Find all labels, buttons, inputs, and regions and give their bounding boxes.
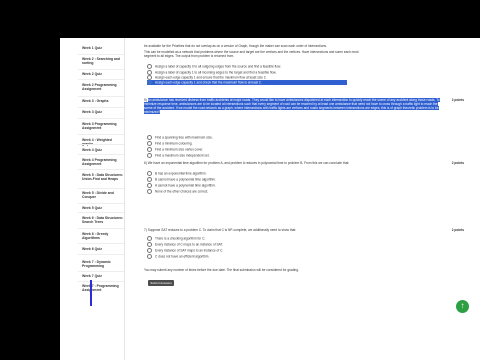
q3-option-d[interactable]: None of the other choices are correct.	[147, 189, 347, 194]
quiz-content: be available for the Priorities that do …	[144, 38, 464, 360]
sidebar-item-week3-assignment[interactable]: Week 3 Programming Assignment	[82, 122, 124, 130]
radio-icon[interactable]	[147, 135, 152, 140]
q4-option-a[interactable]: There is a checking algorithm for C.	[147, 236, 347, 241]
sidebar-item-week5-divide[interactable]: Week 5 : Divide and Conquer	[82, 191, 124, 199]
q4-option-d[interactable]: C does not have an efficient algorithm.	[147, 254, 347, 259]
sidebar-item-week6-quiz[interactable]: Week 6 Quiz	[82, 247, 124, 251]
divider	[78, 228, 124, 229]
points-label: 2 points	[451, 98, 464, 102]
q3-option-a[interactable]: B has an exponential time algorithm.	[147, 171, 347, 176]
radio-icon[interactable]	[147, 141, 152, 146]
submission-note: You may submit any number of times befor…	[144, 268, 299, 272]
radio-icon[interactable]	[147, 64, 152, 69]
text-cursor-marker	[90, 280, 92, 306]
divider	[78, 212, 124, 213]
divider	[78, 254, 124, 255]
sidebar-item-week2-assignment[interactable]: Week 2 Programming Assignment	[82, 83, 124, 91]
sidebar-item-week1-quiz[interactable]: Week 1 Quiz	[82, 46, 124, 50]
intro-line: be available for the Priorities that do …	[144, 44, 327, 48]
radio-icon[interactable]	[147, 147, 152, 152]
divider	[78, 154, 124, 155]
q3-option-b[interactable]: B cannot have a polynomial time algorith…	[147, 177, 347, 182]
divider	[78, 79, 124, 80]
radio-icon[interactable]	[147, 183, 152, 188]
q2-option-c[interactable]: Find a minimum size vertex cover.	[147, 147, 347, 152]
sidebar-item-week5-union-find[interactable]: Week 5 : Data Structures: Union-Find and…	[82, 173, 124, 181]
divider	[78, 54, 124, 55]
radio-icon[interactable]	[147, 171, 152, 176]
sidebar-item-week3-graphs[interactable]: Week 3 : Graphs	[82, 99, 124, 103]
question-7-text: 7) Suppose SAT reduces to a problem C. T…	[144, 228, 297, 232]
radio-icon[interactable]	[147, 254, 152, 259]
q3-option-c[interactable]: A cannot have a polynomial time algorith…	[147, 183, 347, 188]
radio-icon[interactable]	[147, 153, 152, 158]
sidebar-item-week5-quiz[interactable]: Week 5 Quiz	[82, 206, 124, 210]
radio-selected-icon[interactable]	[147, 80, 152, 85]
question-6-text: 6) We have an exponential time algorithm…	[144, 161, 350, 165]
divider	[78, 96, 124, 97]
sidebar-item-week4-assignment[interactable]: Week 4 Programming Assignment	[82, 158, 124, 166]
scroll-to-top-button[interactable]: ↑	[456, 300, 469, 313]
sidebar-item-week4-weighted[interactable]: Week 4 : Weighted graphs	[82, 138, 124, 146]
divider	[78, 188, 124, 189]
course-sidebar: Week 1 Quiz Week 2 : Searching and sorti…	[60, 38, 125, 360]
sidebar-item-week2-searching[interactable]: Week 2 : Searching and sorting	[82, 57, 124, 65]
radio-icon[interactable]	[147, 248, 152, 253]
question-number: 6)	[144, 161, 147, 165]
q1-option-d[interactable]: Assign each edge capacity 1 and check th…	[147, 80, 347, 85]
sidebar-item-week7-assignment[interactable]: Week 7 : Programming Assignment	[82, 284, 124, 292]
q4-option-c[interactable]: Every instance of SAT maps to an instanc…	[147, 248, 347, 253]
sidebar-item-week6-greedy[interactable]: Week 6 : Greedy Algorithms	[82, 232, 124, 240]
question-5-text: 5) An ambulance has received distress fr…	[144, 98, 444, 114]
divider	[78, 281, 124, 282]
divider	[78, 69, 124, 70]
divider	[78, 169, 124, 170]
points-label: 2 points	[451, 228, 464, 232]
radio-icon[interactable]	[147, 189, 152, 194]
sidebar-item-week7-quiz[interactable]: Week 7 Quiz	[82, 274, 124, 278]
q2-option-b[interactable]: Find a minimum colouring.	[147, 141, 347, 146]
divider	[78, 203, 124, 204]
divider	[78, 271, 124, 272]
divider	[78, 118, 124, 119]
divider	[78, 134, 124, 135]
divider	[78, 243, 124, 244]
q1-option-a[interactable]: Assign a label of capacity 0 to all outg…	[147, 64, 347, 69]
sidebar-item-week6-search-trees[interactable]: Week 6 : Data Structures: Search Trees	[82, 216, 124, 224]
radio-icon[interactable]	[147, 236, 152, 241]
intro-line: segment to all edges. The output from pr…	[144, 54, 235, 58]
sidebar-item-week4-quiz[interactable]: Week 4 Quiz	[82, 148, 124, 152]
submit-answers-button[interactable]: Submit Answers	[148, 280, 174, 286]
question-number: 7)	[144, 228, 147, 232]
q2-option-a[interactable]: Find a spanning tree with maximum size.	[147, 135, 347, 140]
sidebar-item-week7-dynamic[interactable]: Week 7 : Dynamic Programming	[82, 260, 124, 268]
q4-option-b[interactable]: Every instance of C maps to an instance …	[147, 242, 347, 247]
divider	[78, 107, 124, 108]
points-label: 2 points	[451, 161, 464, 165]
q2-option-d[interactable]: Find a maximum size independent set.	[147, 153, 347, 158]
radio-icon[interactable]	[147, 242, 152, 247]
sidebar-item-week3-quiz[interactable]: Week 3 Quiz	[82, 110, 124, 114]
course-page: Week 1 Quiz Week 2 : Searching and sorti…	[60, 38, 480, 360]
question-5-highlighted-text: An ambulance has received distress from …	[144, 98, 440, 114]
radio-icon[interactable]	[147, 177, 152, 182]
sidebar-item-week2-quiz[interactable]: Week 2 Quiz	[82, 72, 124, 76]
divider	[78, 144, 124, 145]
